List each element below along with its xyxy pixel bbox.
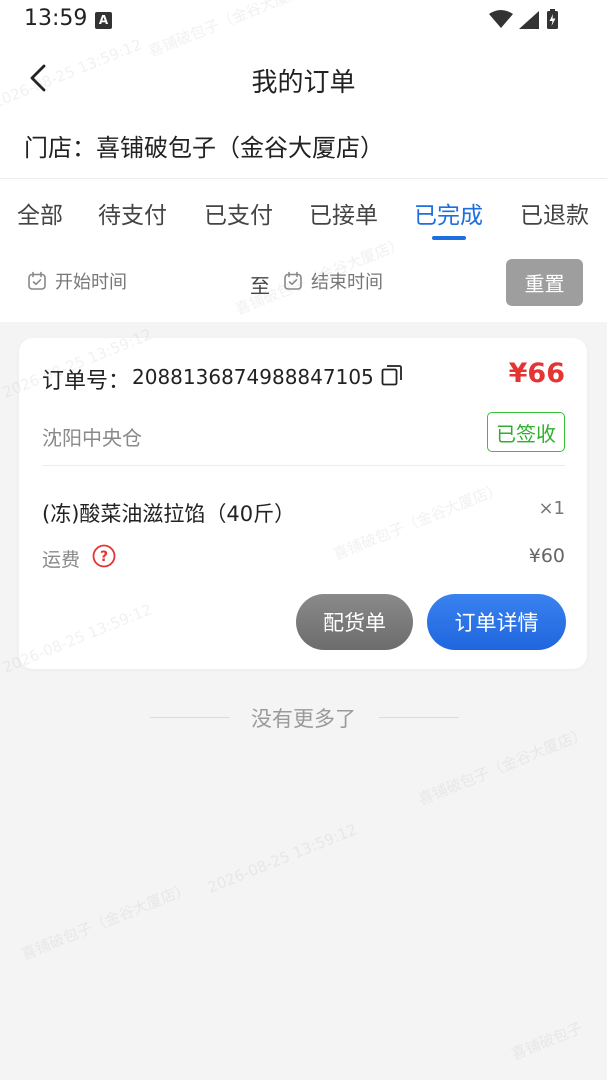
tab-refunded[interactable]: 已退款 [520,196,589,230]
divider [0,178,607,179]
order-status-tabs: 全部 待支付 已支付 已接单 已完成 已退款 [0,190,607,240]
notification-a-icon: A [95,12,112,29]
no-more-text: 没有更多了 [251,707,356,731]
to-label: 至 [250,274,270,298]
start-date-placeholder: 开始时间 [55,272,127,293]
order-price: ¥66 [508,358,565,389]
tab-completed[interactable]: 已完成 [414,196,483,230]
product-quantity: ×1 [538,498,565,519]
dispatch-list-button[interactable]: 配货单 [296,594,413,650]
tab-all[interactable]: 全部 [17,196,63,230]
active-tab-indicator [432,236,466,240]
tab-pending-payment[interactable]: 待支付 [98,196,167,230]
end-date-field[interactable]: 结束时间 [283,268,383,294]
copy-icon[interactable] [380,363,404,387]
page-title: 我的订单 [251,68,356,98]
wifi-icon [489,10,513,28]
status-icons [487,8,561,36]
product-name: (冻)酸菜油滋拉馅（40斤） [42,502,296,526]
divider-right [379,717,459,718]
end-date-placeholder: 结束时间 [311,272,383,293]
start-date-field[interactable]: 开始时间 [27,268,127,294]
status-time: 13:59 [24,6,88,31]
calendar-icon [28,271,46,290]
tab-accepted[interactable]: 已接单 [309,196,378,230]
freight-label: 运费 [42,549,81,571]
order-detail-button[interactable]: 订单详情 [427,594,566,650]
warehouse-name: 沈阳中央仓 [42,426,142,450]
freight-value: ¥60 [528,545,565,567]
order-card: 订单号： 2088136874988847105 ¥66 沈阳中央仓 已签收 (… [19,338,587,669]
status-badge: 已签收 [487,412,565,452]
store-name: 门店：喜铺破包子（金谷大厦店） [24,134,384,162]
date-filter: 开始时间 至 结束时间 重置 [0,258,607,310]
svg-text:?: ? [100,549,108,565]
nav-bar: 我的订单 [0,48,607,112]
calendar-icon [284,271,302,290]
help-icon[interactable]: ? [92,544,116,568]
status-bar: 13:59 A [0,0,607,40]
order-number-label: 订单号： [42,369,131,394]
signal-icon [519,11,539,29]
tab-paid[interactable]: 已支付 [204,196,273,230]
reset-button[interactable]: 重置 [506,259,583,306]
order-number: 2088136874988847105 [132,365,374,389]
battery-icon [547,9,558,29]
card-divider [42,465,565,466]
